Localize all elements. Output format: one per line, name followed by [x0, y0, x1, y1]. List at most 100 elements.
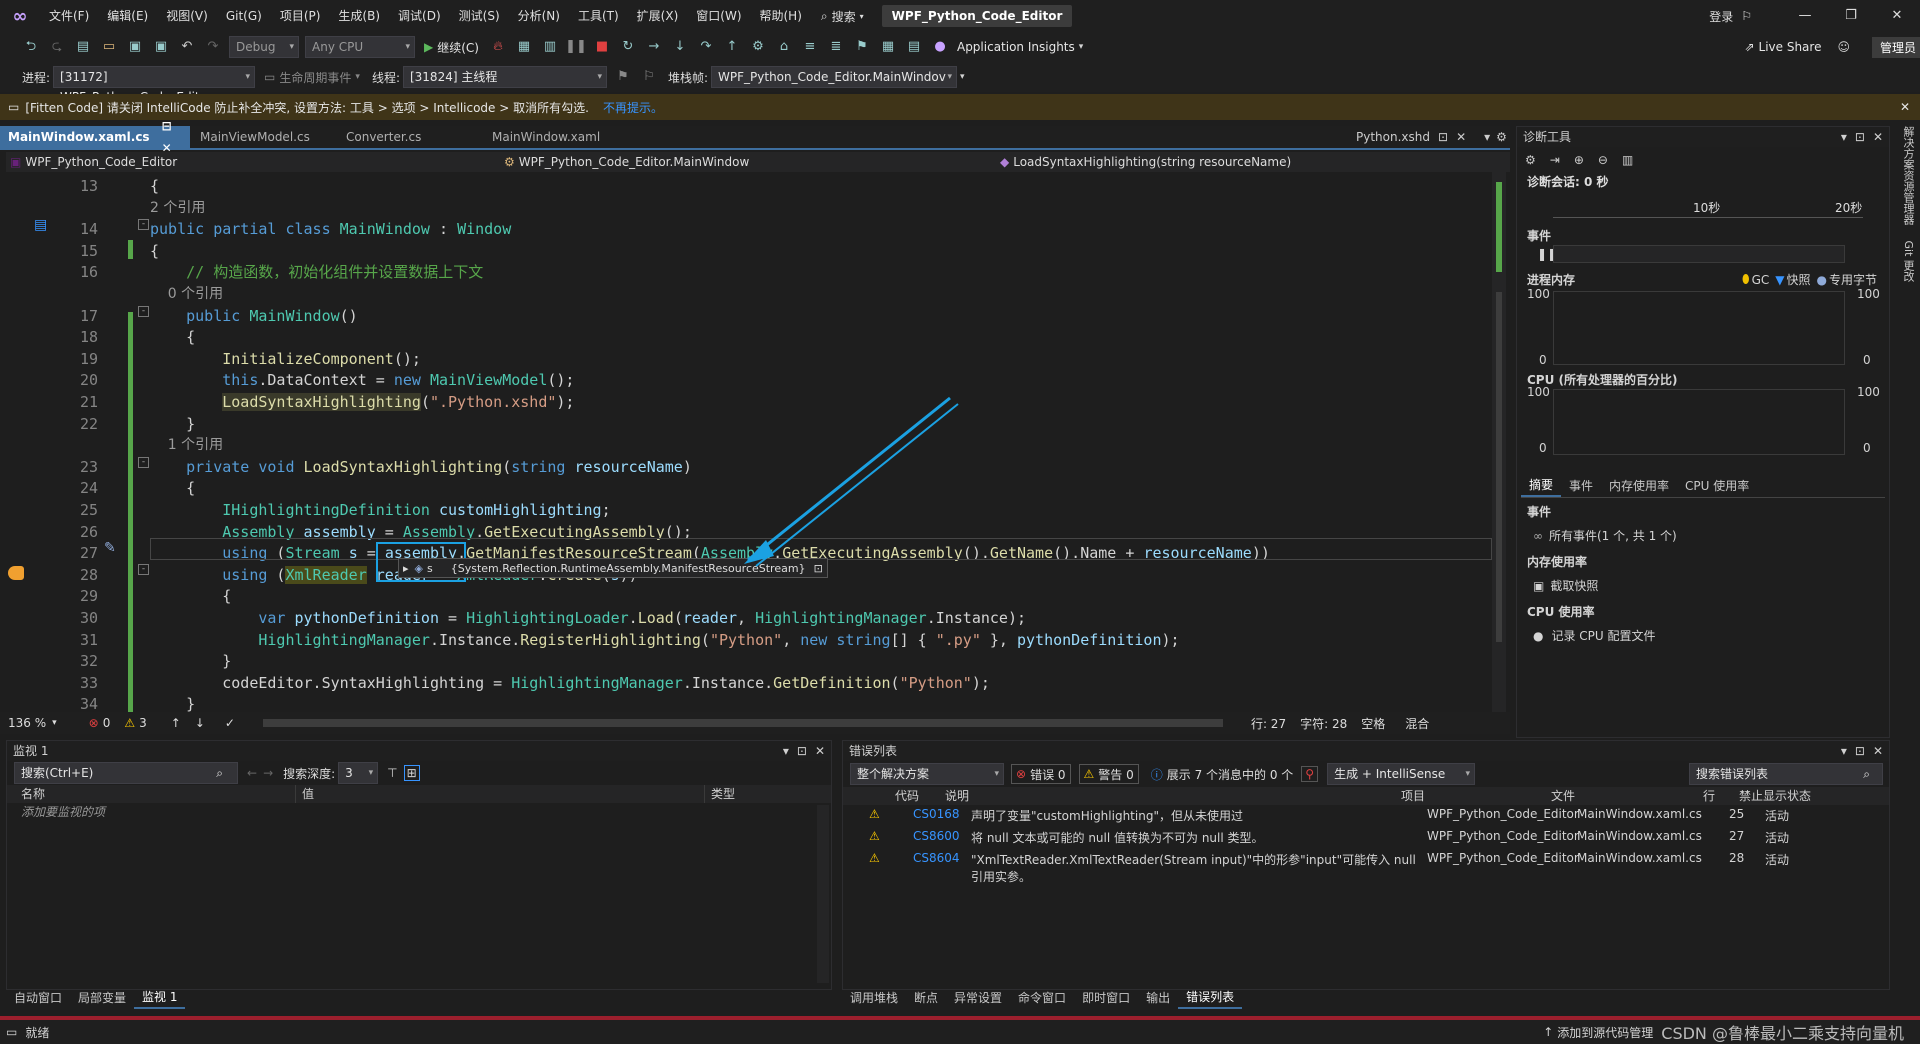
col-code[interactable]: 代码 — [895, 787, 945, 805]
menu-item[interactable]: 文件(F) — [40, 0, 98, 32]
back-icon[interactable]: ← — [247, 766, 257, 780]
pin-icon[interactable]: ⊤ — [387, 766, 397, 780]
scope-select[interactable]: 整个解决方案 ▾ — [850, 763, 1004, 785]
hex-icon[interactable]: ⊞ — [403, 765, 420, 781]
warning-icon[interactable]: ⚠ — [124, 716, 135, 730]
error-code[interactable]: CS8604 — [913, 851, 971, 865]
menu-item[interactable]: 扩展(X) — [628, 0, 688, 32]
save-all-icon[interactable]: ▣ — [150, 36, 172, 58]
bulb-icon[interactable]: ● — [929, 36, 951, 58]
git-changes-tab[interactable]: Git 更改 — [1902, 241, 1915, 282]
tab-events[interactable]: 事件 — [1561, 476, 1601, 496]
chevron-down-icon[interactable]: ▾ — [1079, 42, 1084, 52]
error-code[interactable]: CS8600 — [913, 829, 971, 843]
step-over-icon[interactable]: ↷ — [695, 36, 717, 58]
col-line[interactable]: 行 — [1703, 787, 1739, 805]
col-name[interactable]: 名称 — [7, 785, 295, 803]
tab-summary[interactable]: 摘要 — [1521, 475, 1562, 497]
pin-icon[interactable]: ⊡ — [1855, 741, 1865, 761]
editor-vertical-scrollbar[interactable] — [1492, 172, 1506, 712]
layout-icon[interactable]: ▥ — [539, 36, 561, 58]
right-doc-tab[interactable]: Python.xshd ⊡ ✕ ▾ ⚙ — [1356, 126, 1507, 148]
doc-tab[interactable]: Converter.cs — [338, 126, 482, 148]
pause-icon[interactable]: ❚❚ — [565, 36, 587, 58]
whitespace-mode[interactable]: 空格 — [1361, 715, 1385, 732]
menu-item[interactable]: 分析(N) — [509, 0, 569, 32]
zoom-out-icon[interactable]: ⊖ — [1598, 153, 1608, 167]
menu-item[interactable]: 调试(D) — [389, 0, 450, 32]
error-row[interactable]: ⚠ CS8604 "XmlTextReader.XmlTextReader(Stre… — [843, 849, 1889, 887]
app-insights-button[interactable]: Application Insights — [957, 40, 1075, 54]
messages-filter-button[interactable]: ⓘ 展示 7 个消息中的 0 个 — [1151, 766, 1294, 783]
menu-item[interactable]: 窗口(W) — [687, 0, 750, 32]
close-icon[interactable]: ✕ — [1900, 100, 1910, 114]
step-into-icon[interactable]: ↓ — [669, 36, 691, 58]
menu-item[interactable]: 项目(P) — [271, 0, 330, 32]
tab-memory[interactable]: 内存使用率 — [1601, 476, 1677, 496]
warnings-filter-button[interactable]: ⚠ 警告 0 — [1078, 764, 1139, 784]
bookmark-toggle-icon[interactable]: ⚑ — [851, 36, 873, 58]
platform-select[interactable]: Any CPU ▾ — [305, 36, 415, 58]
col-suppression[interactable]: 禁止显示状态 — [1739, 787, 1811, 805]
filter-icon[interactable]: ⚲ — [1301, 766, 1319, 782]
bookmark-icon[interactable]: ⌂ — [773, 36, 795, 58]
menu-item[interactable]: 测试(S) — [450, 0, 509, 32]
hot-reload-icon[interactable]: 🔥︎ — [487, 36, 509, 58]
stack-frame-select[interactable]: WPF_Python_Code_Editor.MainWindov ▾ — [711, 66, 958, 88]
show-next-statement-icon[interactable]: → — [643, 36, 665, 58]
pin-icon[interactable]: ⊡ — [1855, 127, 1865, 147]
bottom-tab[interactable]: 错误列表 — [1178, 987, 1243, 1009]
close-icon[interactable]: ✕ — [1873, 741, 1883, 761]
chevron-down-icon[interactable]: ▾ — [52, 718, 57, 728]
doc-tab[interactable]: MainWindow.xaml.cs ⊟ ✕ — [0, 119, 190, 155]
error-row[interactable]: ⚠ CS8600 将 null 文本或可能的 null 值转换为不可为 null 类… — [843, 827, 1889, 849]
back-icon[interactable]: ⮌ — [20, 36, 42, 58]
uncomment-icon[interactable]: ≣ — [825, 36, 847, 58]
vs-logo-icon[interactable]: ∞ — [0, 6, 40, 27]
bottom-tab[interactable]: 即时窗口 — [1074, 988, 1138, 1008]
feedback-icon[interactable]: ⚐ — [1741, 9, 1752, 23]
error-search-input[interactable]: 搜索错误列表 ⌕ — [1689, 763, 1883, 785]
project-nav-select[interactable]: ▣ WPF_Python_Code_Editor — [6, 155, 500, 169]
prev-issue-icon[interactable]: ↑ — [171, 716, 181, 730]
close-icon[interactable]: ✕ — [1456, 130, 1466, 144]
stop-icon[interactable]: ■ — [591, 36, 613, 58]
minimize-button[interactable]: — — [1782, 0, 1828, 32]
close-icon[interactable]: ✕ — [1873, 127, 1883, 147]
bottom-tab[interactable]: 输出 — [1138, 988, 1178, 1008]
forward-icon[interactable]: → — [263, 766, 273, 780]
next-issue-icon[interactable]: ↓ — [195, 716, 205, 730]
doc-tab[interactable]: MainViewModel.cs — [192, 126, 336, 148]
brush-icon[interactable]: ✓ — [225, 716, 235, 730]
save-icon[interactable]: ▣ — [124, 36, 146, 58]
chart-icon[interactable]: ▥ — [1622, 153, 1633, 167]
editor-horizontal-scrollbar[interactable] — [262, 719, 1223, 727]
new-project-icon[interactable]: ▤ — [72, 36, 94, 58]
bottom-tab[interactable]: 异常设置 — [946, 988, 1010, 1008]
menu-item[interactable]: Git(G) — [217, 0, 271, 32]
open-icon[interactable]: ▭ — [98, 36, 120, 58]
member-nav-select[interactable]: ◆ LoadSyntaxHighlighting(string resource… — [996, 155, 1291, 169]
thread-select[interactable]: [31824] 主线程 ▾ — [402, 66, 607, 88]
depth-select[interactable]: 3 ▾ — [338, 762, 379, 784]
watch-scrollbar[interactable] — [817, 805, 829, 983]
comment-icon[interactable]: ≡ — [799, 36, 821, 58]
line-ending-mode[interactable]: 混合 — [1405, 715, 1429, 732]
code-editor[interactable]: 13{2 个引用 14 public partial class MainWindo… — [0, 172, 1510, 712]
bottom-tab[interactable]: 断点 — [906, 988, 946, 1008]
close-button[interactable]: ✕ — [1874, 0, 1920, 32]
scrollbar-thumb[interactable] — [1496, 182, 1502, 272]
source-control-icon[interactable]: ↑ — [1543, 1025, 1553, 1039]
browse-icon[interactable]: ▦ — [513, 36, 535, 58]
login-link[interactable]: 登录 — [1709, 8, 1733, 25]
chevron-down-icon[interactable]: ▾ — [960, 72, 965, 82]
tab-locals[interactable]: 局部变量 — [70, 988, 134, 1008]
col-value[interactable]: 值 — [295, 785, 704, 803]
build-source-select[interactable]: 生成 + IntelliSense ▾ — [1327, 763, 1476, 785]
maximize-button[interactable]: ❐ — [1828, 0, 1874, 32]
menu-item[interactable]: 帮助(H) — [751, 0, 811, 32]
flag-icon[interactable]: ⚐ — [638, 66, 660, 88]
col-project[interactable]: 项目 — [1401, 787, 1551, 805]
menu-item[interactable]: 生成(B) — [329, 0, 389, 32]
error-row[interactable]: ⚠ CS0168 声明了变量"customHighlighting"，但从未使用过 W… — [843, 805, 1889, 827]
